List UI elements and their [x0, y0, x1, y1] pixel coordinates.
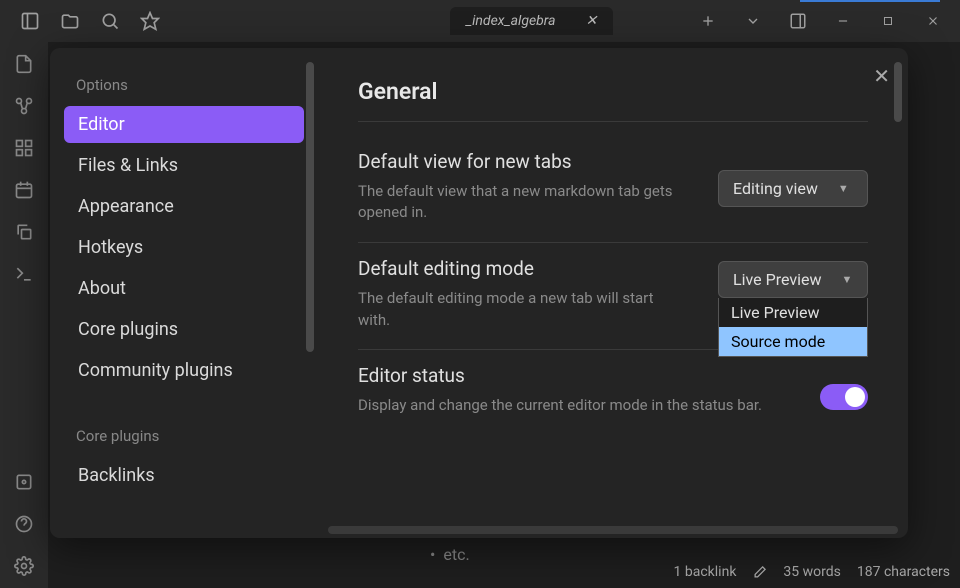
modal-close-icon[interactable]: ✕ [873, 64, 890, 88]
chevron-down-icon: ▼ [838, 182, 849, 195]
terminal-icon[interactable] [12, 262, 36, 286]
status-words: 35 words [783, 564, 840, 580]
sidebar-item-backlinks[interactable]: Backlinks [64, 457, 304, 494]
help-icon[interactable] [12, 512, 36, 536]
minimize-icon[interactable] [820, 0, 865, 42]
sidebar-item-editor[interactable]: Editor [64, 106, 304, 143]
setting-name: Default view for new tabs [358, 150, 688, 175]
sidebar-scrollbar[interactable] [306, 62, 314, 352]
new-tab-icon[interactable] [685, 0, 730, 42]
sidebar-item-hotkeys[interactable]: Hotkeys [64, 229, 304, 266]
dropdown-option[interactable]: Source mode [719, 327, 867, 356]
toggle-knob [845, 387, 865, 407]
star-icon[interactable] [130, 1, 170, 41]
statusbar: 1 backlink 35 words 187 characters [674, 564, 950, 580]
tab-close-icon[interactable]: ✕ [586, 13, 598, 29]
folder-icon[interactable] [50, 1, 90, 41]
titlebar-right [685, 0, 955, 42]
modal-content: ✕ General Default view for new tabs The d… [318, 48, 908, 538]
modal-sidebar: Options Editor Files & Links Appearance Hot… [50, 48, 318, 538]
chevron-down-icon[interactable] [730, 0, 775, 42]
setting-desc: The default view that a new markdown tab… [358, 181, 688, 225]
tab-active[interactable]: _index_algebra ✕ [450, 7, 613, 35]
setting-desc: Display and change the current editor mo… [358, 395, 790, 417]
sidebar-item-about[interactable]: About [64, 270, 304, 307]
chevron-down-icon: ▼ [842, 273, 853, 286]
status-backlinks[interactable]: 1 backlink [674, 564, 737, 580]
close-window-icon[interactable] [910, 0, 955, 42]
dropdown-menu: Live PreviewSource mode [718, 298, 868, 357]
setting-name: Default editing mode [358, 257, 688, 282]
setting-row: Default view for new tabs The default vie… [358, 136, 868, 243]
status-chars: 187 characters [857, 564, 950, 580]
graph-icon[interactable] [12, 94, 36, 118]
content-title: General [358, 78, 868, 122]
vault-icon[interactable] [12, 470, 36, 494]
sidebar-item-community-plugins[interactable]: Community plugins [64, 352, 304, 389]
titlebar: _index_algebra ✕ [0, 0, 960, 42]
status-pencil-icon[interactable] [752, 565, 767, 580]
sidebar-heading-core-plugins: Core plugins [64, 419, 304, 453]
dropdown[interactable]: Editing view ▼ [718, 170, 868, 207]
maximize-icon[interactable] [865, 0, 910, 42]
setting-row: Editor status Display and change the curr… [358, 350, 868, 434]
setting-desc: The default editing mode a new tab will … [358, 288, 688, 332]
tab-title: _index_algebra [466, 13, 556, 29]
sidebar-item-files-links[interactable]: Files & Links [64, 147, 304, 184]
settings-modal: Options Editor Files & Links Appearance Hot… [50, 48, 908, 538]
dropdown-value: Editing view [733, 179, 818, 198]
dropdown[interactable]: Live Preview ▼ [718, 261, 868, 298]
settings-icon[interactable] [12, 554, 36, 578]
grid-icon[interactable] [12, 136, 36, 160]
file-icon[interactable] [12, 52, 36, 76]
dropdown-option[interactable]: Live Preview [719, 298, 867, 327]
calendar-icon[interactable] [12, 178, 36, 202]
dropdown-value: Live Preview [733, 270, 822, 289]
left-rail [0, 42, 48, 588]
sidebar-item-core-plugins[interactable]: Core plugins [64, 311, 304, 348]
setting-row: Default editing mode The default editing … [358, 243, 868, 350]
sidebar-heading-options: Options [64, 68, 304, 102]
content-h-scrollbar[interactable] [328, 526, 898, 534]
sidebar-toggle-icon[interactable] [10, 1, 50, 41]
search-icon[interactable] [90, 1, 130, 41]
sidebar-item-appearance[interactable]: Appearance [64, 188, 304, 225]
right-sidebar-toggle-icon[interactable] [775, 0, 820, 42]
setting-name: Editor status [358, 364, 790, 389]
toggle[interactable] [820, 384, 868, 410]
bg-note-text: etc. [430, 545, 470, 564]
content-scrollbar[interactable] [894, 62, 902, 122]
copy-icon[interactable] [12, 220, 36, 244]
